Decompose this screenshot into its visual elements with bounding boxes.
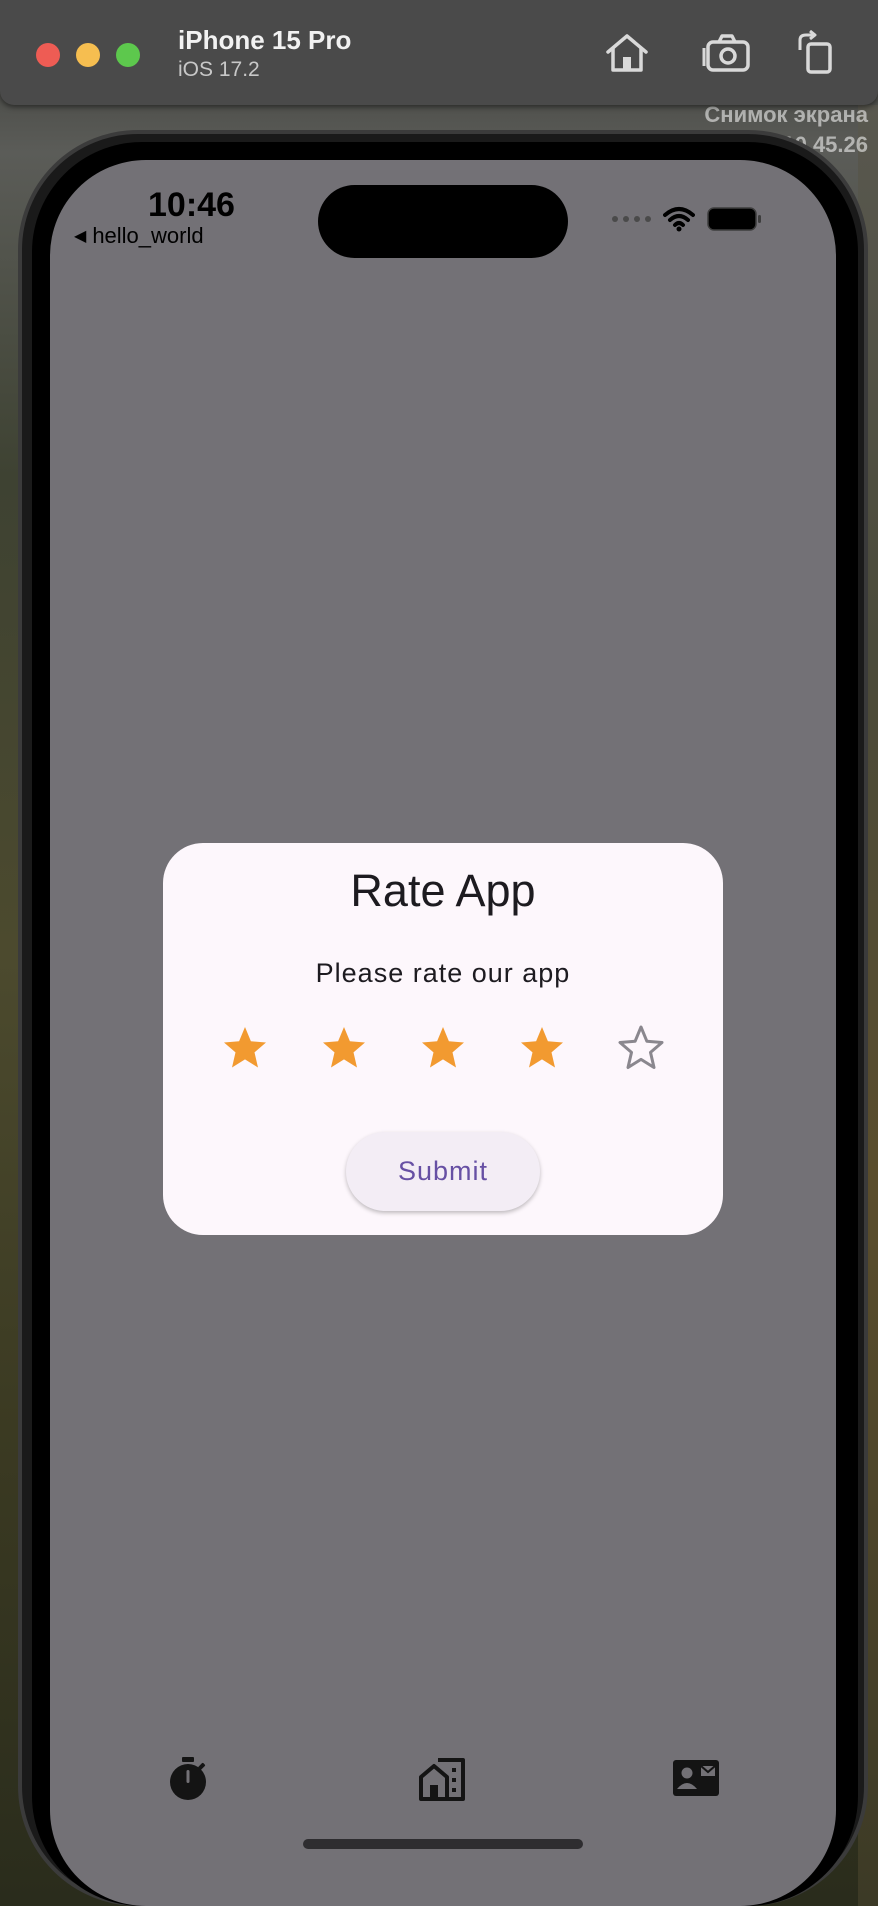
back-app-name: hello_world: [92, 223, 204, 248]
minimize-window-button[interactable]: [76, 43, 100, 67]
battery-icon: [707, 207, 761, 231]
wifi-icon: [663, 207, 695, 232]
timer-icon[interactable]: [164, 1755, 212, 1803]
dialog-title: Rate App: [350, 865, 536, 916]
os-version: iOS 17.2: [178, 58, 260, 81]
close-window-button[interactable]: [36, 43, 60, 67]
back-to-app-link[interactable]: ◀ hello_world: [74, 223, 204, 249]
star-filled-icon[interactable]: [320, 1024, 368, 1072]
star-filled-icon[interactable]: [221, 1024, 269, 1072]
submit-button[interactable]: Submit: [346, 1132, 540, 1211]
dynamic-island: [318, 185, 568, 258]
screenshot-icon[interactable]: [702, 30, 752, 76]
status-bar-indicators: [612, 206, 763, 232]
star-empty-icon[interactable]: [617, 1024, 665, 1072]
star-filled-icon[interactable]: [518, 1024, 566, 1072]
home-indicator[interactable]: [303, 1839, 583, 1849]
rate-app-dialog: Rate App Please rate our app Submit: [163, 843, 723, 1235]
building-icon[interactable]: [418, 1755, 466, 1803]
home-icon[interactable]: [602, 30, 652, 76]
dialog-subtitle: Please rate our app: [315, 958, 571, 988]
simulator-titlebar: iPhone 15 Pro iOS 17.2: [0, 0, 878, 105]
contact-card-icon[interactable]: [672, 1755, 720, 1803]
rotate-icon[interactable]: [792, 29, 842, 76]
device-name: iPhone 15 Pro: [178, 25, 352, 55]
status-bar-time: 10:46: [148, 186, 235, 224]
back-triangle-icon: ◀: [74, 228, 87, 245]
star-rating: [221, 1018, 665, 1078]
zoom-window-button[interactable]: [116, 43, 140, 67]
cellular-dots-icon: [612, 216, 651, 222]
star-filled-icon[interactable]: [419, 1024, 467, 1072]
